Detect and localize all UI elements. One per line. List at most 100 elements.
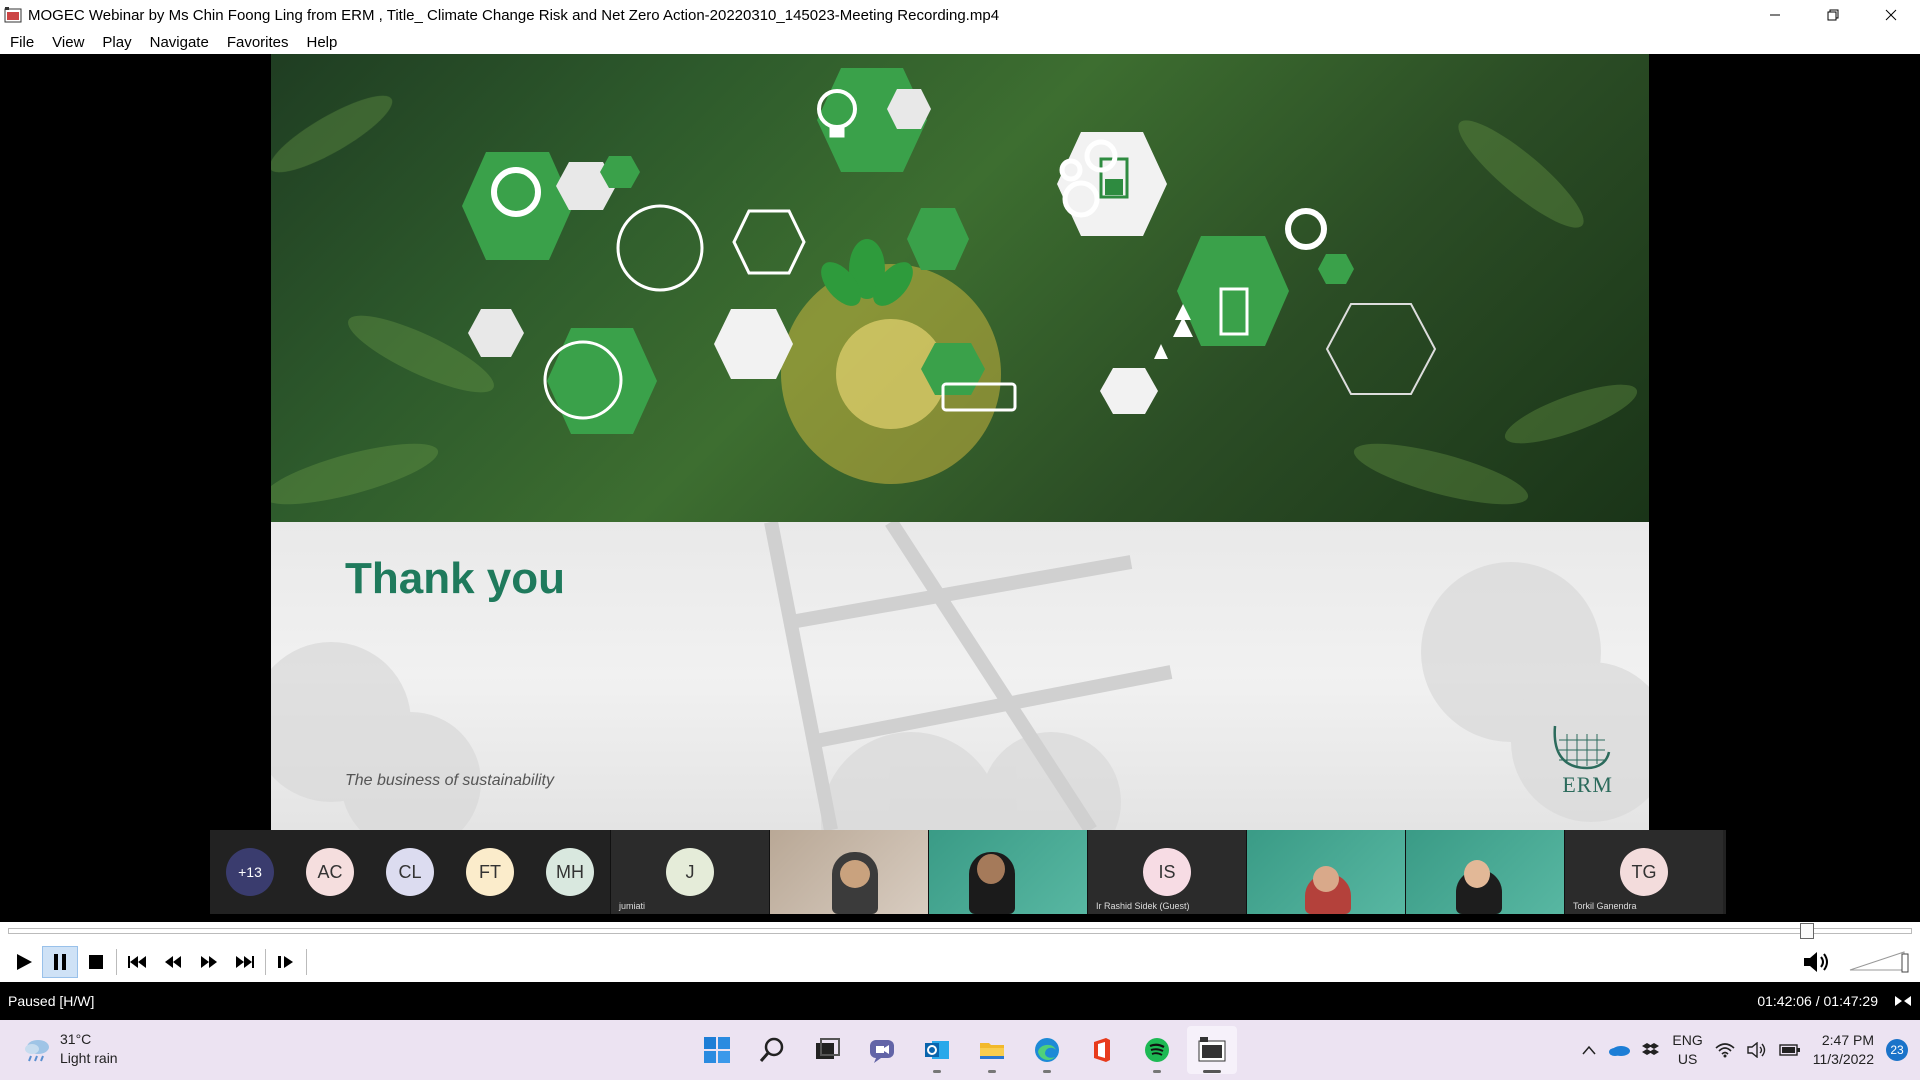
weather-temp: 31°C bbox=[60, 1031, 92, 1047]
overflow-participants[interactable]: +13 bbox=[210, 830, 290, 914]
menu-help[interactable]: Help bbox=[307, 34, 338, 51]
previous-icon bbox=[128, 956, 146, 968]
seek-bar[interactable] bbox=[8, 923, 1912, 939]
seek-thumb[interactable] bbox=[1800, 923, 1814, 939]
show-hidden-icons-button[interactable] bbox=[1582, 1045, 1596, 1055]
spotify-icon bbox=[1145, 1038, 1169, 1062]
spotify-button[interactable] bbox=[1132, 1026, 1182, 1074]
battery-icon bbox=[1779, 1044, 1800, 1056]
battery-button[interactable] bbox=[1779, 1044, 1801, 1056]
running-indicator bbox=[933, 1070, 941, 1073]
wifi-icon bbox=[1715, 1043, 1735, 1058]
teams-chat-button[interactable] bbox=[857, 1026, 907, 1074]
rewind-button[interactable] bbox=[155, 946, 191, 978]
participant-face bbox=[840, 860, 870, 888]
task-view-button[interactable] bbox=[802, 1026, 852, 1074]
windows-start-icon bbox=[704, 1037, 730, 1063]
time-display: 01:42:06 / 01:47:29 bbox=[1757, 993, 1878, 1009]
participant-video-tile[interactable] bbox=[1405, 830, 1564, 914]
menu-file[interactable]: File bbox=[10, 34, 34, 51]
running-indicator bbox=[1043, 1070, 1051, 1073]
video-area[interactable]: Thank you The business of sustainability… bbox=[0, 54, 1920, 922]
menu-play[interactable]: Play bbox=[102, 34, 131, 51]
play-icon bbox=[17, 954, 32, 970]
previous-button[interactable] bbox=[119, 946, 155, 978]
clock-date: 11/3/2022 bbox=[1812, 1051, 1874, 1067]
menu-view[interactable]: View bbox=[52, 34, 84, 51]
erm-logo-text: ERM bbox=[1562, 772, 1613, 797]
onedrive-button[interactable] bbox=[1608, 1043, 1631, 1057]
frame-step-button[interactable] bbox=[268, 946, 304, 978]
participant-tile[interactable]: IS Ir Rashid Sidek (Guest) bbox=[1087, 830, 1246, 914]
file-explorer-button[interactable] bbox=[967, 1026, 1017, 1074]
edge-icon bbox=[1035, 1038, 1059, 1062]
media-player-icon bbox=[1198, 1037, 1226, 1062]
running-indicator bbox=[1153, 1070, 1161, 1073]
participant-tile[interactable]: TG Torkil Ganendra bbox=[1564, 830, 1723, 914]
running-indicator bbox=[988, 1070, 996, 1073]
notifications-button[interactable]: 23 bbox=[1886, 1039, 1908, 1061]
participant-avatar[interactable]: AC bbox=[290, 830, 370, 914]
weather-condition: Light rain bbox=[60, 1050, 118, 1066]
participant-avatar[interactable]: MH bbox=[530, 830, 610, 914]
menu-bar: File View Play Navigate Favorites Help bbox=[0, 30, 1920, 54]
restore-button[interactable] bbox=[1804, 0, 1862, 30]
search-button[interactable] bbox=[747, 1026, 797, 1074]
next-button[interactable] bbox=[227, 946, 263, 978]
volume-tray-button[interactable] bbox=[1747, 1042, 1767, 1058]
media-player-taskbar-button[interactable] bbox=[1187, 1026, 1237, 1074]
start-button[interactable] bbox=[692, 1026, 742, 1074]
taskbar: 31°C Light rain ENG US 2:47 PM 11/3/2022… bbox=[0, 1020, 1920, 1080]
title-bar: MOGEC Webinar by Ms Chin Foong Ling from… bbox=[0, 0, 1920, 30]
participant-avatar[interactable]: CL bbox=[370, 830, 450, 914]
volume-slider[interactable] bbox=[1848, 948, 1910, 974]
office-icon bbox=[1094, 1038, 1110, 1062]
play-button[interactable] bbox=[6, 946, 42, 978]
speaker-icon bbox=[1747, 1042, 1765, 1058]
edge-button[interactable] bbox=[1022, 1026, 1072, 1074]
close-icon bbox=[1885, 9, 1897, 21]
language-code: ENG bbox=[1672, 1032, 1703, 1048]
participant-video-tile[interactable] bbox=[769, 830, 928, 914]
stop-button[interactable] bbox=[78, 946, 114, 978]
outlook-button[interactable] bbox=[912, 1026, 962, 1074]
status-bar: Paused [H/W] 01:42:06 / 01:47:29 bbox=[0, 990, 1920, 1012]
volume-icon[interactable] bbox=[1802, 948, 1832, 976]
menu-navigate[interactable]: Navigate bbox=[150, 34, 209, 51]
participant-avatar[interactable]: FT bbox=[450, 830, 530, 914]
avatar: IS bbox=[1143, 848, 1191, 896]
participant-tile[interactable]: J jumiati bbox=[610, 830, 769, 914]
pause-icon bbox=[54, 954, 66, 970]
avatar: FT bbox=[466, 848, 514, 896]
dropbox-button[interactable] bbox=[1642, 1042, 1660, 1058]
system-tray: ENG US 2:47 PM 11/3/2022 23 bbox=[1570, 1030, 1908, 1070]
network-button[interactable] bbox=[1715, 1042, 1735, 1058]
task-view-icon bbox=[816, 1038, 840, 1059]
restore-icon bbox=[1827, 9, 1839, 21]
teams-chat-icon bbox=[870, 1040, 894, 1063]
participant-face bbox=[1313, 866, 1339, 892]
fast-forward-button[interactable] bbox=[191, 946, 227, 978]
menu-favorites[interactable]: Favorites bbox=[227, 34, 289, 51]
close-button[interactable] bbox=[1862, 0, 1920, 30]
notification-badge: 23 bbox=[1886, 1039, 1908, 1061]
minimize-button[interactable] bbox=[1746, 0, 1804, 30]
presentation-slide: Thank you The business of sustainability… bbox=[271, 54, 1649, 830]
participant-video-tile[interactable] bbox=[928, 830, 1087, 914]
running-indicator bbox=[1203, 1070, 1221, 1073]
eco-hexagon-graphic bbox=[271, 68, 1638, 505]
overflow-count-badge: +13 bbox=[226, 848, 274, 896]
window-title: MOGEC Webinar by Ms Chin Foong Ling from… bbox=[28, 6, 1000, 24]
participant-name: jumiati bbox=[619, 901, 646, 911]
weather-widget[interactable]: 31°C Light rain bbox=[22, 1030, 118, 1068]
separator bbox=[265, 949, 266, 975]
onedrive-icon bbox=[1609, 1046, 1631, 1056]
participant-video-tile[interactable] bbox=[1246, 830, 1405, 914]
pause-button[interactable] bbox=[42, 946, 78, 978]
office-button[interactable] bbox=[1077, 1026, 1127, 1074]
taskbar-apps bbox=[692, 1026, 1242, 1074]
separator bbox=[116, 949, 117, 975]
playback-status: Paused [H/W] bbox=[8, 993, 95, 1009]
language-indicator[interactable]: ENG US bbox=[1672, 1031, 1702, 1069]
clock[interactable]: 2:47 PM 11/3/2022 bbox=[1813, 1031, 1874, 1069]
